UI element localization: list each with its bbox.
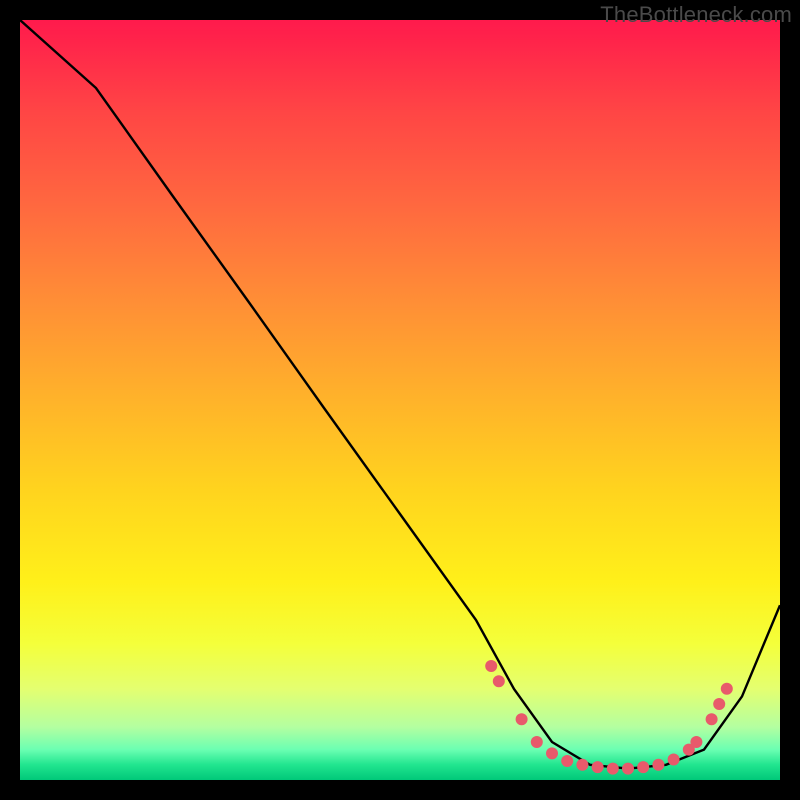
marker-dot bbox=[485, 660, 497, 672]
marker-dot bbox=[561, 755, 573, 767]
marker-dot bbox=[622, 763, 634, 775]
marker-dot bbox=[668, 754, 680, 766]
marker-dot bbox=[713, 698, 725, 710]
watermark-text: TheBottleneck.com bbox=[600, 2, 792, 28]
marker-dot bbox=[721, 683, 733, 695]
marker-dot bbox=[516, 713, 528, 725]
marker-dot bbox=[592, 761, 604, 773]
marker-dot bbox=[637, 761, 649, 773]
marker-dot bbox=[607, 763, 619, 775]
plot-area bbox=[20, 20, 780, 780]
bottleneck-curve-path bbox=[20, 20, 780, 769]
marker-dot bbox=[576, 759, 588, 771]
marker-dot bbox=[531, 736, 543, 748]
marker-dot bbox=[546, 747, 558, 759]
marker-dot bbox=[706, 713, 718, 725]
marker-group bbox=[485, 660, 733, 775]
marker-dot bbox=[690, 736, 702, 748]
marker-dot bbox=[652, 759, 664, 771]
chart-frame: TheBottleneck.com bbox=[0, 0, 800, 800]
marker-dot bbox=[493, 675, 505, 687]
curve-layer bbox=[20, 20, 780, 780]
